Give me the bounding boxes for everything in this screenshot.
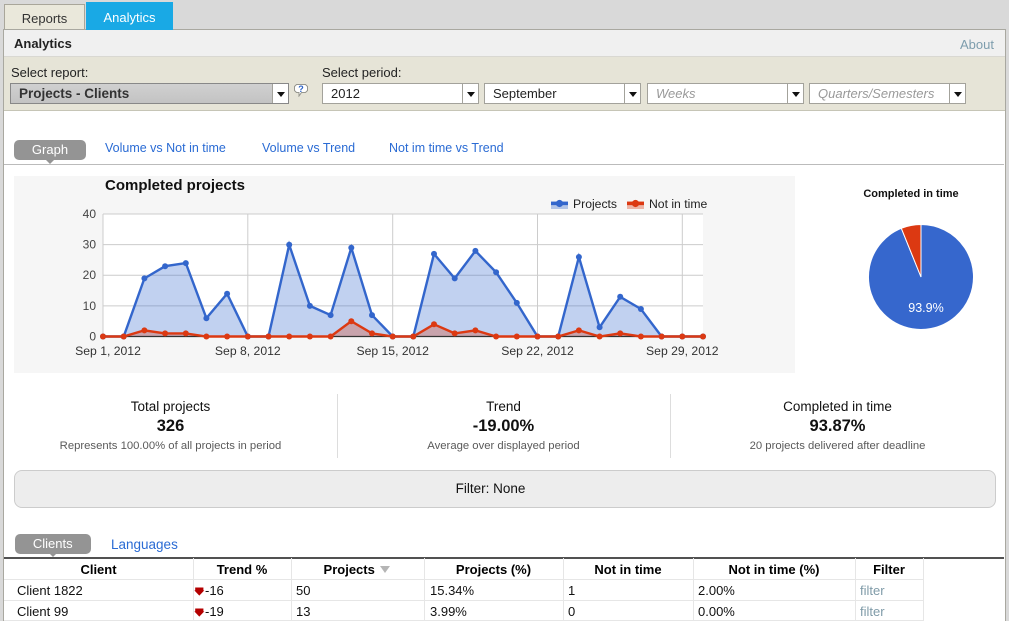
svg-text:Sep 29, 2012: Sep 29, 2012	[646, 344, 719, 358]
svg-text:93.9%: 93.9%	[908, 301, 943, 315]
svg-text:Sep 1, 2012: Sep 1, 2012	[75, 344, 141, 358]
svg-text:Sep 8, 2012: Sep 8, 2012	[215, 344, 281, 358]
svg-text:Completed projects: Completed projects	[105, 177, 245, 194]
svg-text:40: 40	[83, 207, 97, 221]
svg-text:0: 0	[89, 330, 96, 344]
svg-text:?: ?	[298, 84, 304, 94]
svg-text:10: 10	[83, 299, 97, 313]
svg-text:30: 30	[83, 238, 97, 252]
svg-text:Sep 15, 2012: Sep 15, 2012	[356, 344, 429, 358]
svg-text:Projects: Projects	[573, 197, 617, 211]
svg-text:Not in time: Not in time	[649, 197, 707, 211]
svg-text:20: 20	[83, 268, 97, 282]
svg-text:Sep 22, 2012: Sep 22, 2012	[501, 344, 574, 358]
